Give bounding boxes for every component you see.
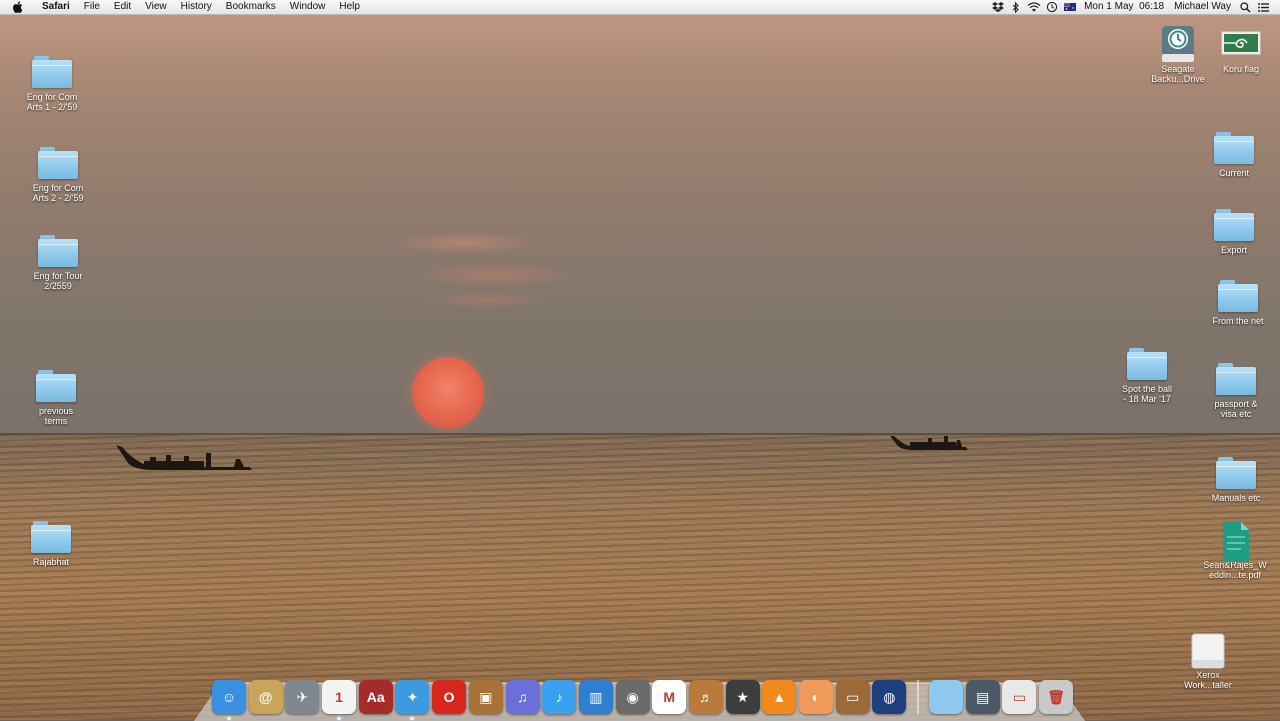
desktop-folder-from-the-net[interactable]: From the net [1193,276,1280,326]
clock[interactable]: Mon 1 May 06:18 [1079,0,1169,14]
desktop-folder-eng-tour[interactable]: Eng for Tour 2/2559 [13,231,103,291]
dock-separator [917,680,920,714]
folder-icon [1214,209,1254,241]
menu-file[interactable]: File [77,0,107,14]
desktop-icon-label: Export [1220,245,1247,255]
folder-icon [31,521,71,553]
desktop-folder-manuals[interactable]: Manuals etc [1191,453,1280,503]
wifi-icon[interactable] [1026,1,1042,13]
menu-help[interactable]: Help [332,0,367,14]
iphoto-icon[interactable]: ▣ [468,680,503,714]
desktop-folder-spot-the-ball[interactable]: Spot the ball - 18 Mar '17 [1102,344,1192,404]
folder-icon [1216,363,1256,395]
finder-icon[interactable]: ☺ [212,680,246,720]
apple-menu-icon[interactable] [12,1,24,13]
desktop-icon-label: From the net [1212,316,1264,326]
desktop-icon-label: Rajabhat [32,557,70,567]
network-globe-icon[interactable]: ◍ [872,680,907,714]
folder-icon [1214,132,1254,164]
setting-sun [412,357,484,429]
desktop-icon-label: Eng for Tour 2/2559 [33,271,83,291]
cloud [420,292,550,308]
cantaloupe-icon[interactable]: ◐ [799,680,833,714]
vlc-icon[interactable]: ▲ [762,680,797,714]
notification-center-icon[interactable] [1255,1,1271,13]
dropbox-icon[interactable] [990,1,1006,13]
image-file-icon [1221,31,1261,55]
folder-icon [38,235,78,267]
desktop-file-koru-flag[interactable]: Koru flag [1196,28,1280,74]
image-capture-icon[interactable]: ◉ [615,680,650,714]
documents-stack-icon[interactable]: ▤ [965,680,1000,714]
dock: ☺ @ ✈ 1 Aa ✦ O ▣ ♫ ♪ ▥ ◉ M ♬ ★ ▲ ◐ ▭ ◍ ▤ ▭ 🗑 [212,672,1076,720]
desktop-icon-label: Spot the ball - 18 Mar '17 [1121,384,1173,404]
desktop-folder-eng-com-arts-1[interactable]: Eng for Com Arts 1 - 2/'59 [7,52,97,112]
disk-image-icon [1191,633,1225,669]
menu-window[interactable]: Window [283,0,333,14]
trash-icon[interactable]: 🗑 [1039,680,1074,714]
garageband-icon[interactable]: ♬ [688,680,723,714]
sky [0,0,1280,436]
user-account-menu[interactable]: Michael Way [1169,0,1236,14]
desktop-icon-label: Xerox Work...taller [1184,670,1232,690]
spotlight-search-icon[interactable] [1237,1,1253,13]
folder-icon [32,56,72,88]
desktop-folder-passport-visa[interactable]: passport & visa etc [1191,359,1280,419]
music-icon[interactable]: ♪ [542,680,577,714]
pdf-file-icon [1223,522,1249,562]
desktop-icon-label: Manuals etc [1211,493,1261,503]
desktop-icon-label: previous terms [38,406,74,426]
desktop-disk-image-xerox[interactable]: Xerox Work...taller [1163,630,1253,690]
cloud [390,232,540,254]
flag-australia-icon[interactable] [1062,1,1078,13]
downloads-stack-icon[interactable]: ▭ [1002,680,1037,714]
external-drive-icon [1162,26,1194,62]
applications-folder-icon[interactable] [929,680,964,714]
desktop-wallpaper [0,0,1280,720]
folder-icon [36,370,76,402]
desktop-folder-eng-com-arts-2[interactable]: Eng for Com Arts 2 - 2/'59 [13,143,103,203]
desktop-folder-rajabhat[interactable]: Rajabhat [6,517,96,567]
folder-icon [1218,280,1258,312]
safari-icon[interactable]: ✦ [395,680,430,720]
dictionary-icon[interactable]: Aa [358,680,393,714]
desktop-file-wedding-pdf[interactable]: Sean&Rajes_W eddin...te.pdf [1190,520,1280,580]
mee-icon[interactable]: M [652,680,687,714]
imovie-icon[interactable]: ★ [725,680,760,714]
time-machine-icon[interactable] [1044,1,1060,13]
menu-bar: Safari File Edit View History Bookmarks … [0,0,1280,15]
launchpad-icon[interactable]: ✈ [285,680,320,714]
desktop-folder-current[interactable]: Current [1189,128,1279,178]
folder-icon [1216,457,1256,489]
desktop-icon-label: passport & visa etc [1214,399,1258,419]
cloud [410,262,580,288]
calendar-icon[interactable]: 1 [322,680,357,720]
folder-icon [1127,348,1167,380]
presentation-icon[interactable]: ▭ [835,680,870,714]
folder-icon [38,147,78,179]
menu-app-safari[interactable]: Safari [36,0,77,14]
desktop-icon-label: Eng for Com Arts 1 - 2/'59 [26,92,78,112]
opera-icon[interactable]: O [432,680,467,714]
bluetooth-icon[interactable] [1008,1,1024,13]
menu-bookmarks[interactable]: Bookmarks [219,0,283,14]
desktop-folder-export[interactable]: Export [1189,205,1279,255]
menu-edit[interactable]: Edit [107,0,138,14]
desktop-icon-label: Eng for Com Arts 2 - 2/'59 [32,183,84,203]
horizon-line [0,433,1280,435]
contacts-icon[interactable]: @ [248,680,283,714]
desktop-folder-previous-terms[interactable]: previous terms [11,366,101,426]
keynote-chart-icon[interactable]: ▥ [578,680,613,714]
menu-view[interactable]: View [138,0,174,14]
longtail-boat-left [116,445,252,470]
desktop-icon-label: Current [1218,168,1249,178]
itunes-icon[interactable]: ♫ [505,680,540,714]
longtail-boat-right [890,436,968,450]
menu-history[interactable]: History [174,0,219,14]
